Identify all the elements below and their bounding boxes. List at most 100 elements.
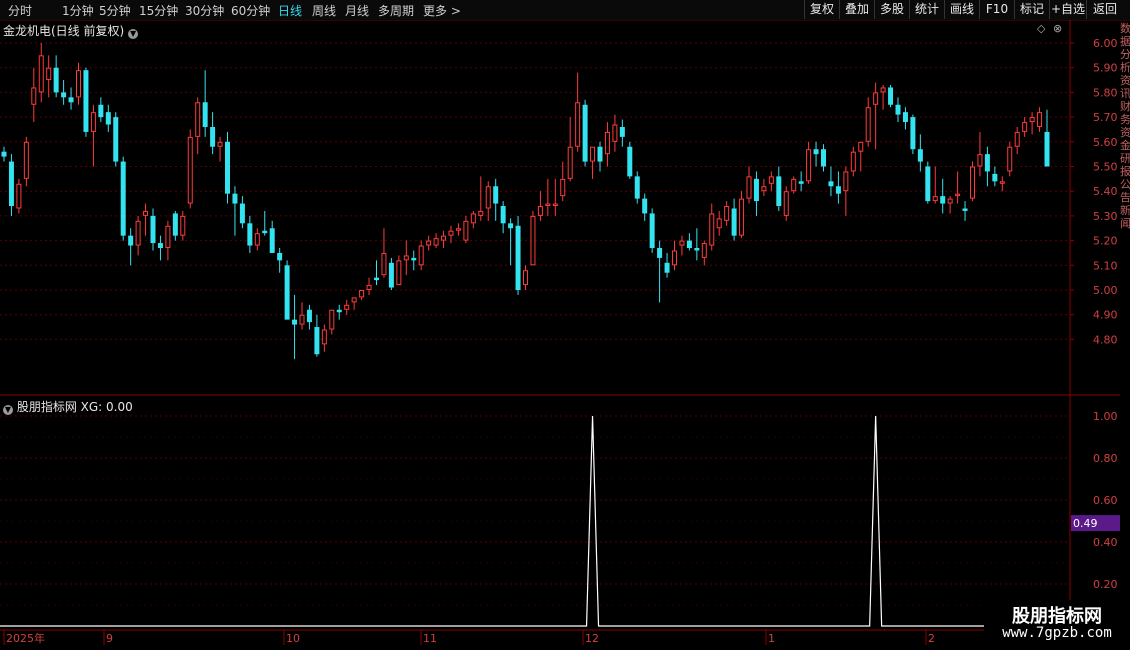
candle <box>724 201 730 226</box>
candle <box>612 114 618 152</box>
candle <box>314 314 320 357</box>
candle-body <box>262 230 268 234</box>
candle <box>411 250 417 271</box>
candle-body <box>657 248 663 258</box>
candle-body <box>314 327 320 355</box>
candle <box>977 131 983 177</box>
candle-body <box>530 215 536 266</box>
candle-body <box>143 210 149 216</box>
candle <box>232 186 238 236</box>
candle-body <box>835 186 841 194</box>
candle <box>366 277 372 295</box>
candle <box>634 171 640 204</box>
candle-body <box>135 220 141 246</box>
candle <box>806 141 812 184</box>
y-tick-label: 5.10 <box>1093 259 1118 272</box>
candle <box>225 131 230 204</box>
candle-body <box>351 297 357 303</box>
candle <box>105 104 111 132</box>
candle-body <box>701 243 707 258</box>
candle-body <box>925 166 931 202</box>
candle <box>716 210 722 236</box>
candle <box>329 309 335 335</box>
candle <box>217 136 223 162</box>
candle-body <box>999 181 1005 184</box>
candle <box>582 99 588 167</box>
candle-body <box>321 329 327 345</box>
side-info-panel[interactable]: 数据分析资讯财务资金研报公告新闻 <box>1120 22 1130 650</box>
candle <box>262 210 268 236</box>
candle <box>731 198 737 241</box>
candle <box>292 294 298 360</box>
candle-body <box>292 319 298 325</box>
candle <box>277 248 283 273</box>
candle-body <box>455 228 461 231</box>
time-axis-label: 12 <box>585 632 599 645</box>
candle <box>768 171 774 192</box>
candle <box>739 191 745 239</box>
candle <box>686 233 692 251</box>
candle-body <box>239 203 245 224</box>
candle-body <box>731 208 737 236</box>
candle-body <box>761 186 767 192</box>
candle-body <box>672 250 677 266</box>
candle <box>813 141 819 167</box>
candle-body <box>225 141 230 194</box>
candle <box>143 203 149 236</box>
candle <box>120 156 126 241</box>
candle-body <box>843 171 849 192</box>
candle-body <box>612 124 618 142</box>
candle-body <box>582 104 588 162</box>
candle-body <box>962 208 968 211</box>
candle <box>284 260 290 320</box>
candle <box>38 43 44 103</box>
candle-body <box>902 112 908 123</box>
candle-body <box>523 270 528 286</box>
candle <box>403 240 409 276</box>
candle <box>776 166 782 211</box>
candle <box>701 240 707 266</box>
candle-body <box>992 173 998 182</box>
candle <box>761 178 767 197</box>
candle <box>604 122 610 167</box>
candle-body <box>984 154 990 172</box>
candle-body <box>783 191 789 216</box>
candle <box>664 252 670 278</box>
candle-body <box>686 240 692 249</box>
candle <box>590 146 596 179</box>
candle <box>984 146 990 187</box>
candle <box>828 166 834 197</box>
candle-body <box>210 126 216 147</box>
candle-body <box>441 235 447 241</box>
candle <box>31 67 37 123</box>
y-tick-label: 5.20 <box>1093 235 1118 248</box>
candle-body <box>157 243 163 249</box>
chart-area[interactable]: 6.00 5.90 5.80 5.70 5.60 5.50 5.40 5.30 5.20 5.10… <box>0 0 1120 650</box>
candle-body <box>247 223 253 246</box>
candle-body <box>433 238 439 246</box>
candle <box>448 225 454 244</box>
candle-body <box>411 257 417 261</box>
candle-body <box>8 161 14 207</box>
candle-body <box>560 178 566 197</box>
candle <box>791 176 797 194</box>
candle-body <box>463 220 469 241</box>
candle-body <box>537 206 543 216</box>
candle-body <box>306 309 312 323</box>
candle-body <box>1022 122 1028 132</box>
candle <box>135 215 141 256</box>
candle-body <box>232 193 238 204</box>
time-axis-label: 9 <box>106 632 113 645</box>
candle <box>493 178 499 221</box>
candle <box>530 210 536 266</box>
candle <box>940 178 946 214</box>
candle-body <box>254 233 260 246</box>
candle <box>374 260 379 286</box>
time-axis-label: 11 <box>423 632 437 645</box>
candle <box>388 257 394 290</box>
candle <box>113 112 119 167</box>
candle <box>783 186 789 221</box>
candle-body <box>597 146 603 162</box>
candle <box>902 107 908 130</box>
candle <box>835 171 841 204</box>
